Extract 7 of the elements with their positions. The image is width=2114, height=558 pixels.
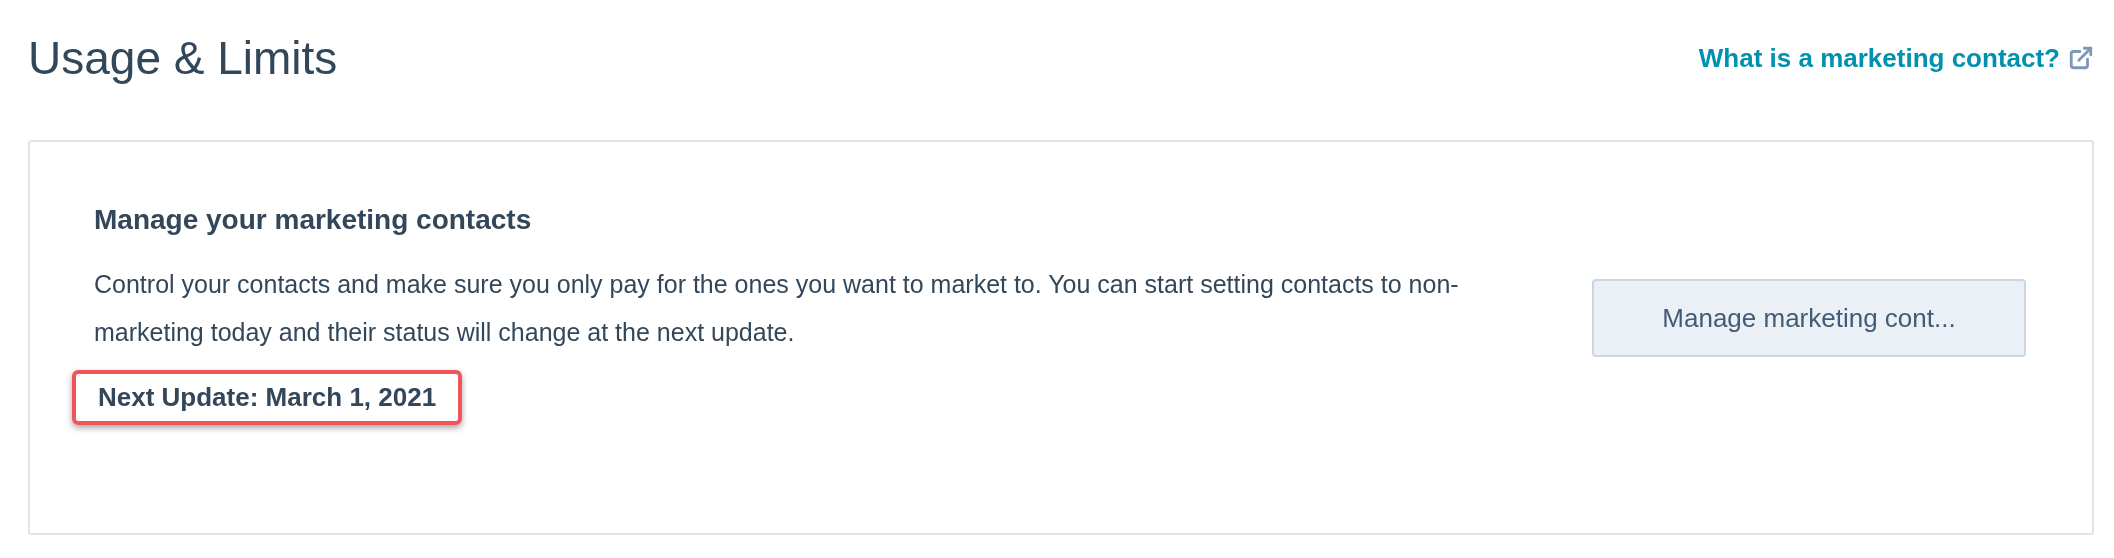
page-title: Usage & Limits [28, 31, 338, 85]
card-heading: Manage your marketing contacts [94, 204, 533, 236]
next-update-date: Next Update: March 1, 2021 [72, 370, 463, 425]
manage-contacts-button[interactable]: Manage marketing cont... [1592, 279, 2026, 357]
external-link-icon [2068, 45, 2094, 71]
card-description: Control your contacts and make sure you only pay for the ones you want to market to. You can start setting contacts to non-marketing today and their status will change at the next update. [94, 269, 1460, 348]
help-link[interactable]: What is a marketing contact? [1698, 42, 2094, 74]
